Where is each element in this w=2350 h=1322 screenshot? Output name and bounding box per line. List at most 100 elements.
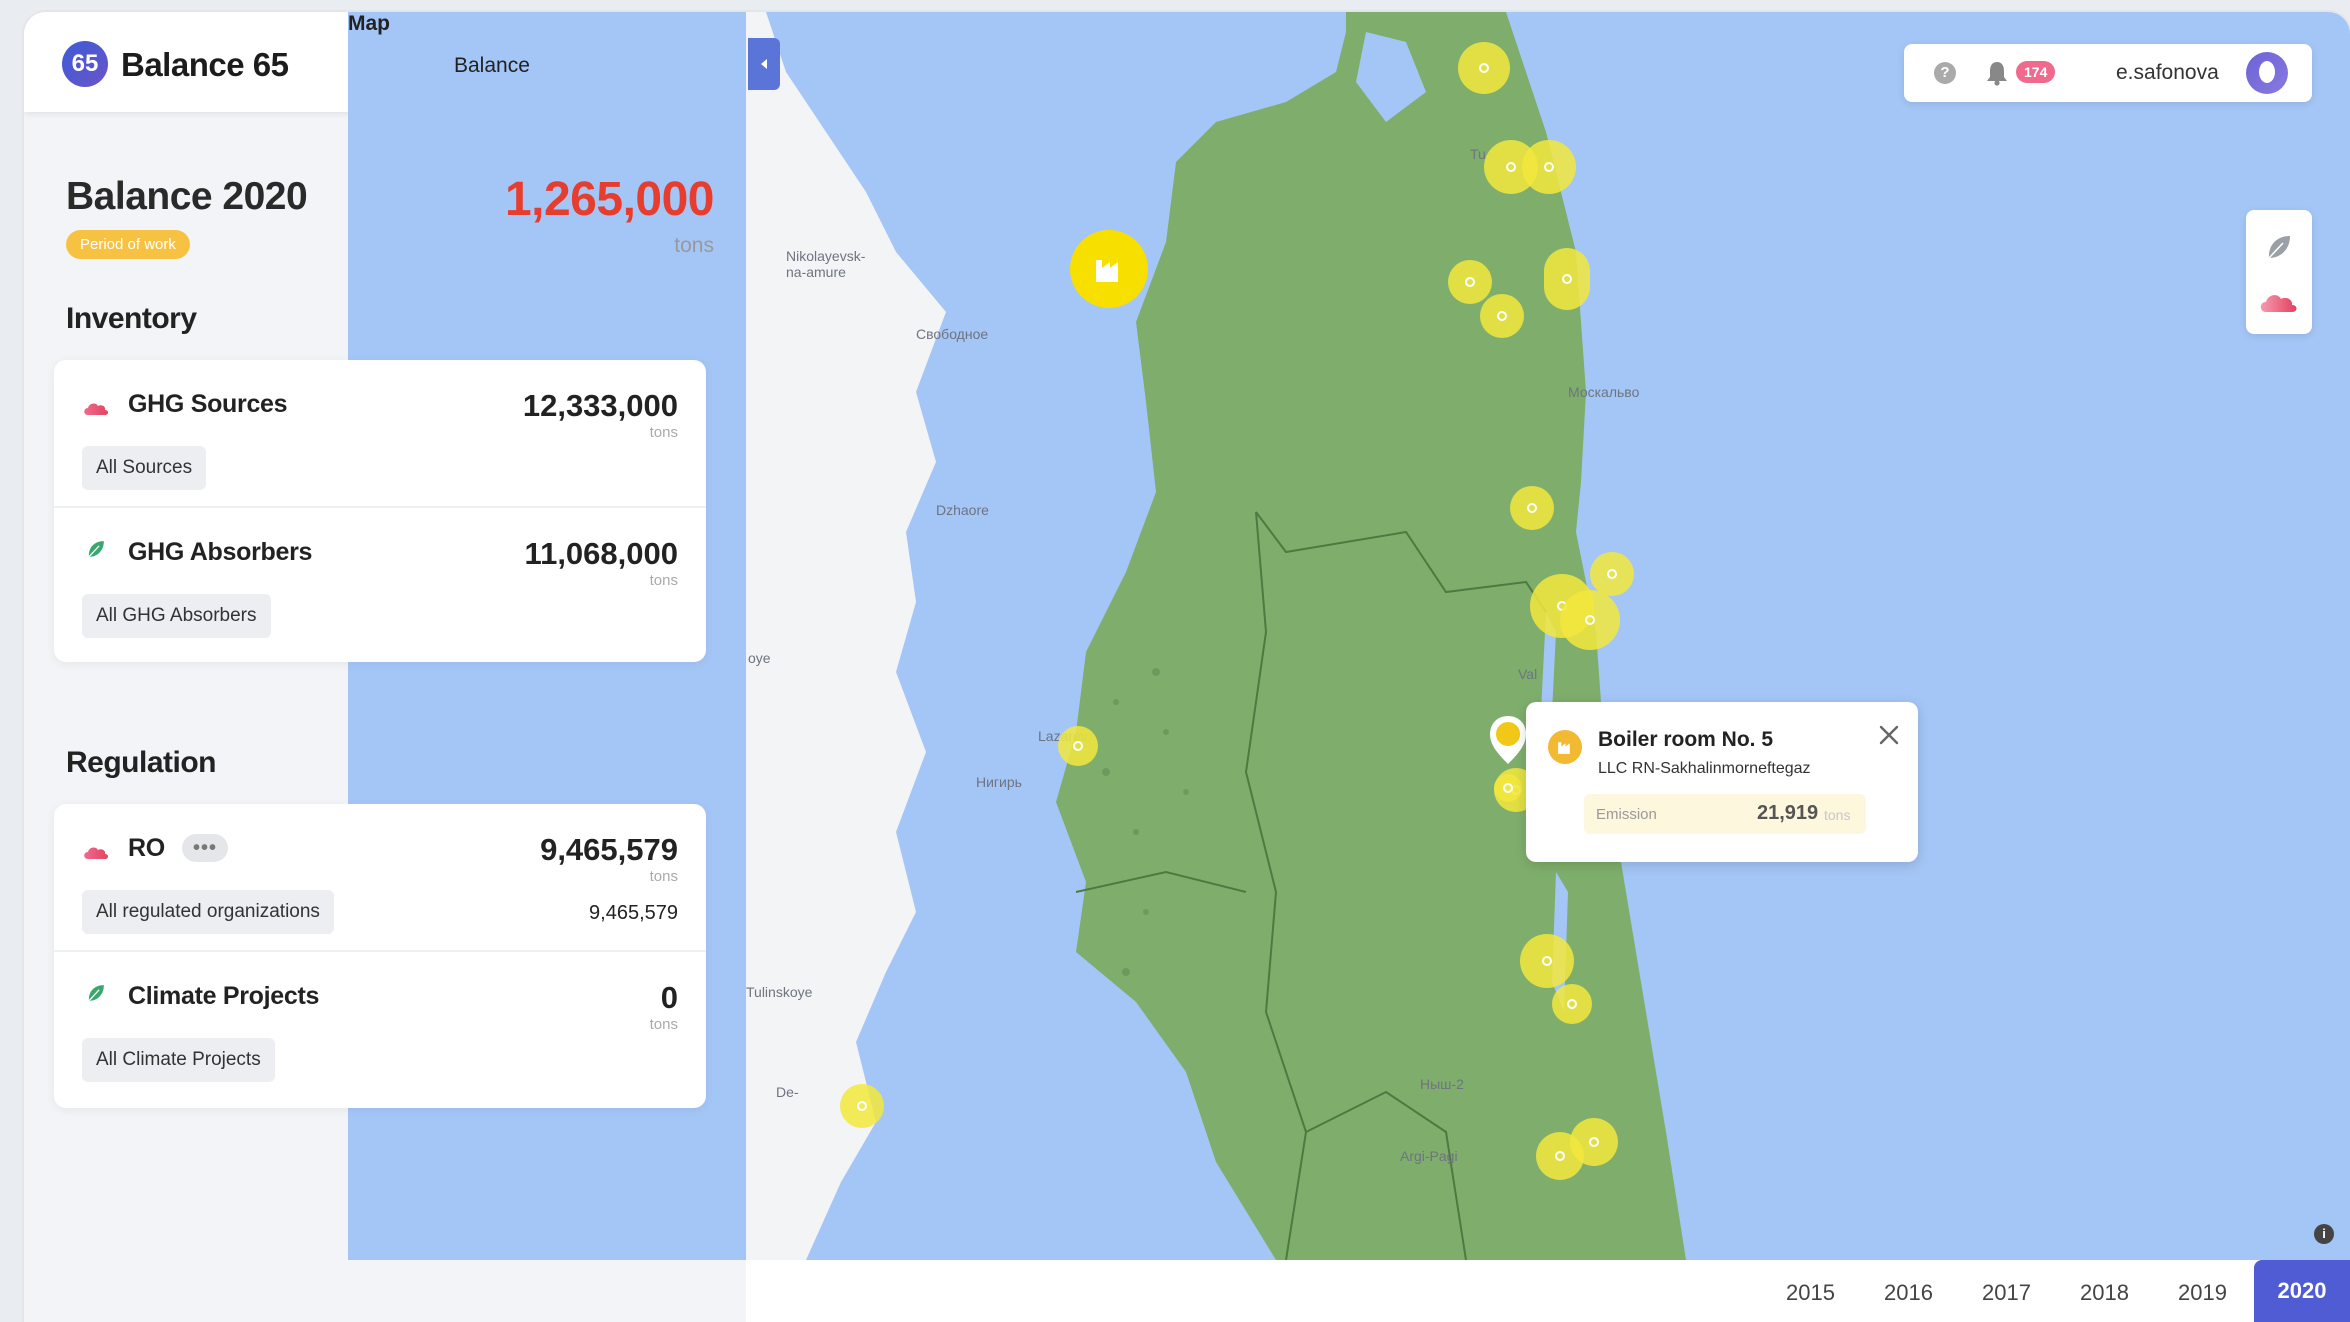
cloud-icon [84, 847, 108, 859]
info-icon[interactable]: i [2314, 1224, 2334, 1244]
emission-source-marker[interactable] [1544, 248, 1590, 310]
marker-dot [1073, 741, 1083, 751]
top-navigation: 65 Balance 65 Map Balance [24, 12, 1952, 1260]
place-label: Nikolayevsk- na-amure [786, 248, 866, 280]
ghg-sources-label: GHG Sources [128, 390, 288, 418]
emission-source-marker[interactable] [1552, 984, 1592, 1024]
cloud-icon [84, 403, 108, 415]
emission-source-marker[interactable] [1520, 934, 1574, 988]
boiler-room-icon [1548, 730, 1582, 764]
emission-source-marker[interactable] [1058, 726, 1098, 766]
place-label: Москальво [1568, 384, 1640, 400]
map-view[interactable]: Nikolayevsk- na-amure Свободное Dzhaore … [746, 12, 2350, 1260]
bell-icon[interactable] [1986, 60, 2008, 86]
ro-value: 9,465,579 [540, 832, 678, 867]
balance-unit: tons [674, 234, 714, 257]
ghg-absorbers-label: GHG Absorbers [128, 538, 313, 566]
all-climate-projects-chip[interactable]: All Climate Projects [82, 1038, 275, 1082]
sources-layer-cloud-icon[interactable] [2258, 288, 2300, 318]
marker-dot [1465, 277, 1475, 287]
climate-projects-row[interactable]: Climate Projects 0 tons All Climate Proj… [54, 952, 706, 1102]
place-label: De- [776, 1084, 799, 1100]
marker-dot [857, 1101, 867, 1111]
marker-dot [1562, 274, 1572, 284]
emission-source-marker[interactable] [1458, 42, 1510, 94]
emission-unit: tons [1824, 807, 1851, 823]
emission-source-marker[interactable] [840, 1084, 884, 1128]
balance-title: Balance 2020 [66, 175, 308, 218]
absorbers-layer-leaf-icon[interactable] [2264, 232, 2294, 262]
ghg-absorbers-unit: tons [649, 572, 678, 589]
marker-dot [1527, 503, 1537, 513]
leaf-icon [88, 541, 104, 558]
user-icon [2259, 61, 2275, 83]
marker-dot [1506, 162, 1516, 172]
marker-dot [1544, 162, 1554, 172]
regulated-orgs-value: 9,465,579 [589, 902, 678, 924]
emission-source-marker[interactable] [1510, 486, 1554, 530]
ghg-sources-row[interactable]: GHG Sources 12,333,000 tons All Sources [54, 360, 706, 506]
year-2016-tab[interactable]: 2016 [1884, 1280, 1933, 1306]
emission-source-marker[interactable] [1536, 1132, 1584, 1180]
place-label: Свободное [916, 326, 989, 342]
ro-label: RO [128, 834, 165, 862]
emission-source-marker[interactable] [1560, 590, 1620, 650]
place-label: Val [1518, 666, 1538, 682]
regulation-heading: Regulation [66, 746, 217, 779]
map-canvas [746, 12, 1686, 1260]
place-label: Нигирь [976, 774, 1022, 790]
app-window: 65 Balance 65 Map Balance Balance 2020 1… [24, 12, 2350, 1322]
emission-source-marker[interactable] [1522, 140, 1576, 194]
marker-dot [1567, 999, 1577, 1009]
climate-projects-unit: tons [649, 1016, 678, 1033]
avatar[interactable] [2246, 52, 2288, 94]
help-icon[interactable]: ? [1934, 62, 1956, 84]
marker-dot [1479, 63, 1489, 73]
factory-icon [1096, 260, 1118, 282]
balance-value: 1,265,000 [504, 173, 715, 226]
notification-count-badge[interactable]: 174 [2016, 61, 2056, 83]
all-absorbers-chip[interactable]: All GHG Absorbers [82, 594, 271, 638]
app-title: Balance 65 [121, 46, 289, 83]
emission-source-marker[interactable] [1448, 260, 1492, 304]
ro-more-button[interactable]: ••• [182, 834, 228, 862]
year-2020-tab[interactable]: 2020 [2254, 1260, 2350, 1322]
year-2017-tab[interactable]: 2017 [1982, 1280, 2031, 1306]
ghg-absorbers-row[interactable]: GHG Absorbers 11,068,000 tons All GHG Ab… [54, 508, 706, 658]
marker-dot [1542, 956, 1552, 966]
nav-balance-link[interactable]: Balance [454, 54, 530, 78]
marker-dot [1589, 1137, 1599, 1147]
place-label: Tu [1470, 146, 1486, 162]
emission-value: 21,919 [1757, 802, 1819, 824]
chevron-left-icon [761, 59, 767, 69]
emission-source-marker[interactable] [1480, 294, 1524, 338]
emission-label: Emission [1596, 806, 1657, 823]
close-icon[interactable] [1876, 722, 1902, 748]
emission-box: Emission 21,919 tons [1584, 794, 1866, 834]
marker-dot [1555, 1151, 1565, 1161]
emission-source-marker[interactable] [1590, 552, 1634, 596]
year-2019-tab[interactable]: 2019 [2178, 1280, 2227, 1306]
selected-location-pin[interactable] [1488, 714, 1528, 804]
ghg-sources-value: 12,333,000 [522, 388, 678, 423]
all-sources-chip[interactable]: All Sources [82, 446, 207, 490]
ghg-sources-unit: tons [649, 424, 678, 441]
all-regulated-orgs-chip[interactable]: All regulated organizations [82, 890, 334, 934]
factory-marker[interactable] [1070, 230, 1148, 308]
ro-row[interactable]: RO ••• 9,465,579 tons All regulated orga… [54, 804, 706, 950]
year-2018-tab[interactable]: 2018 [2080, 1280, 2129, 1306]
username[interactable]: e.safonova [2116, 61, 2219, 85]
ghg-absorbers-value: 11,068,000 [524, 536, 678, 571]
place-label: Tulinskoye [746, 984, 813, 1000]
layer-toggle-panel [2246, 210, 2312, 334]
regulation-card: RO ••• 9,465,579 tons All regulated orga… [54, 804, 706, 1108]
object-popup: Boiler room No. 5 LLC RN-Sakhalinmorneft… [1526, 702, 1918, 862]
user-toolbar: ? 174 e.safonova [1904, 44, 2312, 102]
year-2015-tab[interactable]: 2015 [1786, 1280, 1835, 1306]
marker-dot [1497, 311, 1507, 321]
sidebar: 65 Balance 65 Map Balance Balance 2020 1… [24, 12, 1952, 1322]
year-selector: 2015 2016 2017 2018 2019 2020 [746, 1260, 2350, 1322]
climate-projects-value: 0 [660, 980, 678, 1015]
inventory-card: GHG Sources 12,333,000 tons All Sources … [54, 360, 706, 662]
collapse-sidebar-button[interactable] [748, 38, 780, 90]
